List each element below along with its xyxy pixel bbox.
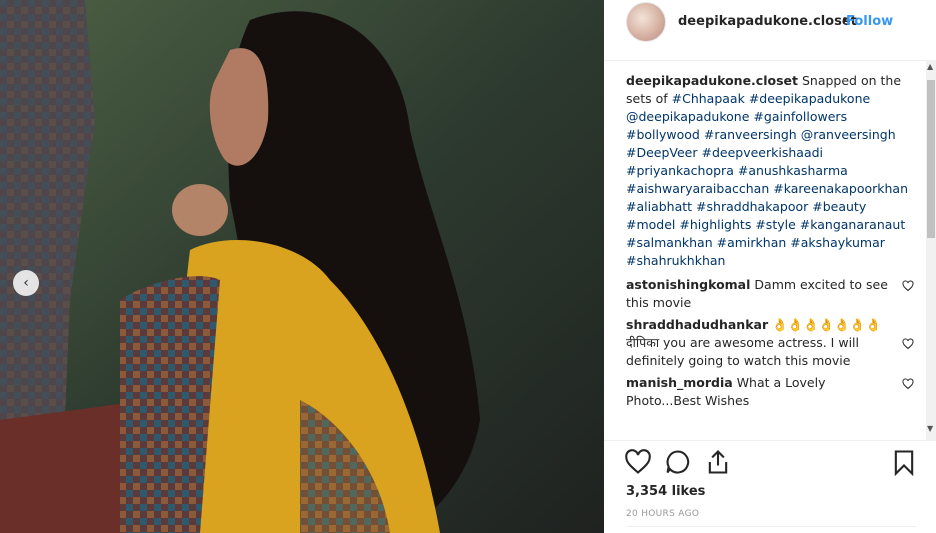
comment-item: astonishingkomal Damm excited to see this… xyxy=(626,276,918,312)
post-photo: ‹ xyxy=(0,0,604,533)
hashtag-link[interactable]: #priyankachopra xyxy=(626,163,734,178)
likes-count[interactable]: 3,354 likes xyxy=(626,484,705,499)
hashtag-link[interactable]: #highlights xyxy=(679,217,751,232)
post-timestamp: 20 HOURS AGO xyxy=(626,509,700,519)
hashtag-link[interactable]: #shraddhakapoor xyxy=(696,199,808,214)
hashtag-link[interactable]: #shahrukhkhan xyxy=(626,253,725,268)
hashtag-link[interactable]: #anushkasharma xyxy=(738,163,848,178)
hashtag-link[interactable]: #gainfollowers xyxy=(753,109,847,124)
hashtag-link[interactable]: #ranveersingh xyxy=(704,127,797,142)
hashtag-link[interactable]: #beauty xyxy=(812,199,866,214)
comment-username[interactable]: astonishingkomal xyxy=(626,277,750,292)
share-icon[interactable] xyxy=(704,448,732,476)
hashtag-link[interactable]: #salmankhan xyxy=(626,235,713,250)
post-caption: deepikapadukone.closet Snapped on the set… xyxy=(626,72,918,270)
caption-hashtags: #Chhapaak #deepikapadukone @deepikapaduk… xyxy=(626,91,908,268)
hashtag-link[interactable]: #aishwaryaraibacchan xyxy=(626,181,769,196)
hashtag-link[interactable]: #DeepVeer xyxy=(626,145,698,160)
previous-photo-button[interactable]: ‹ xyxy=(13,270,39,296)
chevron-left-icon: ‹ xyxy=(23,275,29,291)
comment-icon[interactable] xyxy=(664,448,692,476)
divider xyxy=(626,526,916,527)
bookmark-icon[interactable] xyxy=(890,448,918,476)
follow-button[interactable]: Follow xyxy=(846,14,893,29)
post-header: deepikapadukone.closet • Follow xyxy=(604,0,936,61)
hashtag-link[interactable]: #model xyxy=(626,217,675,232)
hashtag-link[interactable]: #bollywood xyxy=(626,127,700,142)
caption-username[interactable]: deepikapadukone.closet xyxy=(626,73,798,88)
heart-icon[interactable] xyxy=(902,280,914,292)
hashtag-link[interactable]: #amirkhan xyxy=(717,235,787,250)
hashtag-link[interactable]: #akshaykumar xyxy=(790,235,885,250)
photo-illustration xyxy=(0,0,604,533)
post-sidebar: deepikapadukone.closet • Follow deepikap… xyxy=(604,0,936,533)
heart-icon[interactable] xyxy=(902,378,914,390)
heart-icon[interactable] xyxy=(624,448,652,476)
comment-item: shraddhadudhankar 👌👌👌👌👌👌👌 दीपिका you are … xyxy=(626,316,918,370)
hashtag-link[interactable]: #Chhapaak xyxy=(672,91,745,106)
scroll-up-icon[interactable]: ▲ xyxy=(927,62,933,71)
avatar[interactable] xyxy=(626,2,666,42)
comments-list[interactable]: deepikapadukone.closet Snapped on the set… xyxy=(626,72,918,438)
comment-username[interactable]: shraddhadudhankar xyxy=(626,317,768,332)
scroll-down-icon[interactable]: ▼ xyxy=(927,424,933,433)
hashtag-link[interactable]: #kareenakapoorkhan xyxy=(773,181,908,196)
divider xyxy=(604,440,936,441)
hashtag-link[interactable]: #aliabhatt xyxy=(626,199,692,214)
comment-username[interactable]: manish_mordia xyxy=(626,375,733,390)
hashtag-link[interactable]: #style xyxy=(755,217,795,232)
hashtag-link[interactable]: #deepveerkishaadi xyxy=(702,145,824,160)
hashtag-link[interactable]: @deepikapadukone xyxy=(626,109,749,124)
heart-icon[interactable] xyxy=(902,338,914,350)
comment-item: manish_mordia What a Lovely Photo...Best … xyxy=(626,374,918,410)
hashtag-link[interactable]: #kanganaranaut xyxy=(800,217,905,232)
hashtag-link[interactable]: @ranveersingh xyxy=(801,127,896,142)
hashtag-link[interactable]: #deepikapadukone xyxy=(749,91,870,106)
scrollbar-thumb[interactable] xyxy=(927,80,935,238)
header-username[interactable]: deepikapadukone.closet xyxy=(678,14,857,29)
